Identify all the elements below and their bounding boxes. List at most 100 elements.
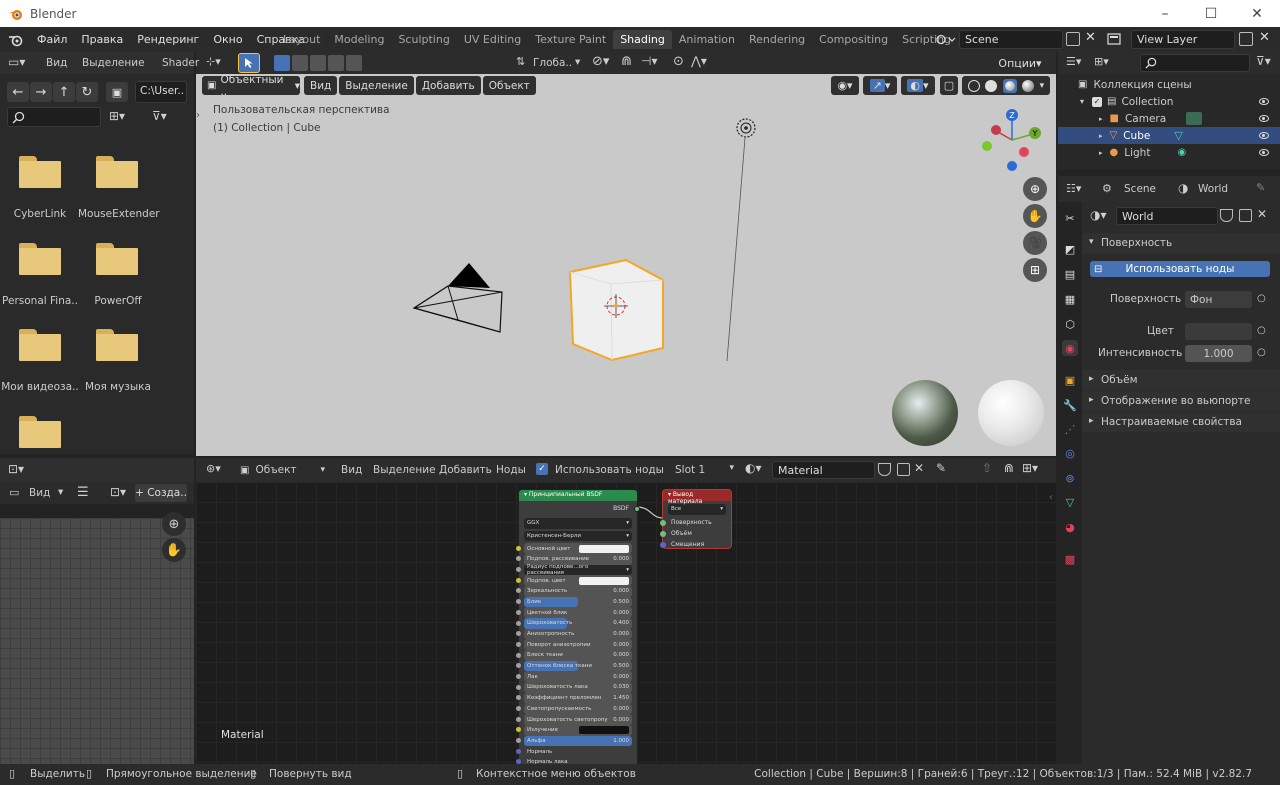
bsdf-input-row[interactable]: Поворот анизотропии 0.000 [516,639,632,651]
folder-item[interactable]: Personal Fina.. [0,237,80,307]
material-tab-icon[interactable]: ◕ [1062,519,1078,535]
tab-shading[interactable]: Shading [613,30,672,49]
folder-item[interactable]: CyberLink [0,150,80,220]
socket-link-icon[interactable]: ○ [1257,347,1266,358]
blender-menu-icon[interactable] [8,33,24,47]
menu-window[interactable]: Окно [206,33,249,46]
eye-icon[interactable] [1259,98,1269,105]
proportional-editing-icon[interactable]: ⊙ [673,54,684,69]
checkbox-icon[interactable]: ✓ [1092,96,1103,107]
volume-panel-header[interactable]: ▸ Объём [1082,370,1280,390]
new-scene-icon[interactable] [1066,32,1080,46]
pin-icon[interactable]: ✎ [936,461,946,475]
snap-node-icon[interactable]: ⋒ [1004,461,1014,475]
input-socket[interactable] [516,631,521,637]
breadcrumb-world[interactable]: World [1198,183,1228,195]
material-browse-icon[interactable]: ◐▾ [745,461,762,475]
bsdf-output-socket[interactable] [634,506,640,512]
tab-rendering[interactable]: Rendering [742,30,812,49]
outliner-editor-type-icon[interactable]: ☰▾ [1066,55,1081,68]
menu-render[interactable]: Рендеринг [130,33,206,46]
snap-icon[interactable]: ⋒ [621,54,632,69]
tool-tab-icon[interactable]: ✂ [1062,210,1078,226]
volume-input-socket[interactable] [660,530,666,537]
input-socket[interactable] [516,706,521,711]
input-socket[interactable] [516,673,521,679]
properties-editor-type-icon[interactable]: ☷▾ [1066,182,1081,195]
snap-mode-icon[interactable]: ⊞▾ [1022,461,1038,475]
expand-arrow-icon[interactable]: ▾ [1080,97,1084,106]
input-socket[interactable] [516,684,521,690]
expand-arrow-icon[interactable]: ▸ [1099,115,1103,123]
node-editor-type-icon[interactable]: ⊛▾ [206,462,221,475]
color-swatch[interactable] [579,726,629,735]
scene-tab-icon[interactable]: ⬡ [1062,316,1078,332]
tab-compositing[interactable]: Compositing [812,30,895,49]
display-mode-icon[interactable]: ⊞▾ [109,109,143,126]
mesh-data-icon[interactable]: ▽ [1174,129,1182,142]
navigation-gizmo[interactable]: Z Y [978,108,1046,176]
surface-panel-header[interactable]: ▾ Поверхность [1082,233,1280,253]
distribution-dropdown[interactable]: GGX ▾ [524,518,632,529]
unlink-world-icon[interactable]: ✕ [1257,207,1267,221]
world-name-field[interactable]: World [1116,207,1218,225]
input-socket[interactable] [516,695,521,701]
modifier-tab-icon[interactable]: 🔧 [1062,397,1078,413]
bsdf-input-row[interactable]: Лак 0.000 [516,671,632,683]
new-world-icon[interactable] [1239,209,1252,222]
strength-field[interactable]: 1.000 [1185,345,1252,362]
subsurface-method-dropdown[interactable]: Кристенсен-Берли ▾ [524,530,632,542]
delete-scene-icon[interactable]: ✕ [1085,30,1096,45]
bsdf-input-row[interactable]: Подпов. цвет [516,575,632,586]
select-tool-icon[interactable] [238,53,260,73]
minimize-button[interactable]: – [1142,0,1188,27]
filter-icon[interactable]: ⊽▾ [152,109,186,126]
eye-icon[interactable] [1259,149,1269,156]
object-tab-icon[interactable]: ▣ [1062,372,1078,388]
bsdf-input-row[interactable]: Зеркальность 0.000 [516,585,632,597]
particles-tab-icon[interactable]: ⋰ [1062,421,1078,437]
input-socket[interactable] [516,663,521,669]
constraints-tab-icon[interactable]: ⊚ [1062,470,1078,486]
material-name-field[interactable]: Material [772,461,875,479]
image-editor-menu-view[interactable]: Вид [29,487,50,499]
bsdf-input-row[interactable]: Радиус подпове...ого рассеивания ▾ [516,564,632,576]
tab-uv-editing[interactable]: UV Editing [457,30,528,49]
camera-object[interactable] [412,263,503,333]
input-socket[interactable] [516,577,521,583]
tab-modeling[interactable]: Modeling [327,30,391,49]
image-editor-view-type-icon[interactable]: ▭ [9,486,19,499]
viewport-editor-type-icon[interactable]: ⊹▾ [206,55,221,68]
outliner-row-light[interactable]: ▸ ● Light ◉ [1058,144,1280,161]
bsdf-input-row[interactable]: Основной цвет [516,543,632,554]
shader-type-dropdown[interactable]: ▣ Объект ▾ [236,461,329,479]
folder-item[interactable]: MouseExtender [78,150,160,220]
folder-item[interactable]: Моя музыка [78,323,158,393]
new-material-icon[interactable] [897,463,910,476]
color-swatch[interactable] [579,576,629,585]
zoom-icon[interactable]: ⊕ [162,512,186,536]
expand-arrow-icon[interactable]: ▸ [1099,132,1103,140]
forward-arrow-icon[interactable]: → [30,82,52,102]
new-image-button[interactable]: + Созда.. [135,484,187,502]
bsdf-input-row[interactable]: Блик 0.500 [516,596,632,608]
parent-node-tree-icon[interactable]: ⇧ [982,461,992,475]
bsdf-input-row[interactable]: Блеск ткани 0.000 [516,650,632,661]
input-socket[interactable] [516,716,521,722]
view-layer-tab-icon[interactable]: ▦ [1062,291,1078,307]
node-editor-canvas[interactable]: Material ▾ Принципиальный BSDF BSDF GGX ▾… [196,482,1056,771]
select-extend-icon[interactable] [292,55,308,71]
bsdf-input-row[interactable]: Шероховатость светопропу 0.000 [516,714,632,725]
output-tab-icon[interactable]: ▤ [1062,266,1078,282]
cube-object[interactable] [568,258,664,362]
transform-orientation-icon[interactable]: ⇅ [516,55,525,68]
pan-hand-icon[interactable]: ✋ [1023,204,1047,228]
bsdf-input-row[interactable]: Шероховатость лака 0.030 [516,682,632,693]
delete-view-layer-icon[interactable]: ✕ [1259,30,1270,45]
new-view-layer-icon[interactable] [1239,32,1253,46]
node-menu-view[interactable]: Вид [341,464,362,476]
mesh-data-tab-icon[interactable]: ▽ [1062,494,1078,510]
image-editor-type-icon[interactable]: ⊡▾ [8,462,24,476]
file-browser-editor-type-icon[interactable]: ▭▾ [8,55,25,69]
camera-data-icon[interactable] [1186,112,1203,125]
